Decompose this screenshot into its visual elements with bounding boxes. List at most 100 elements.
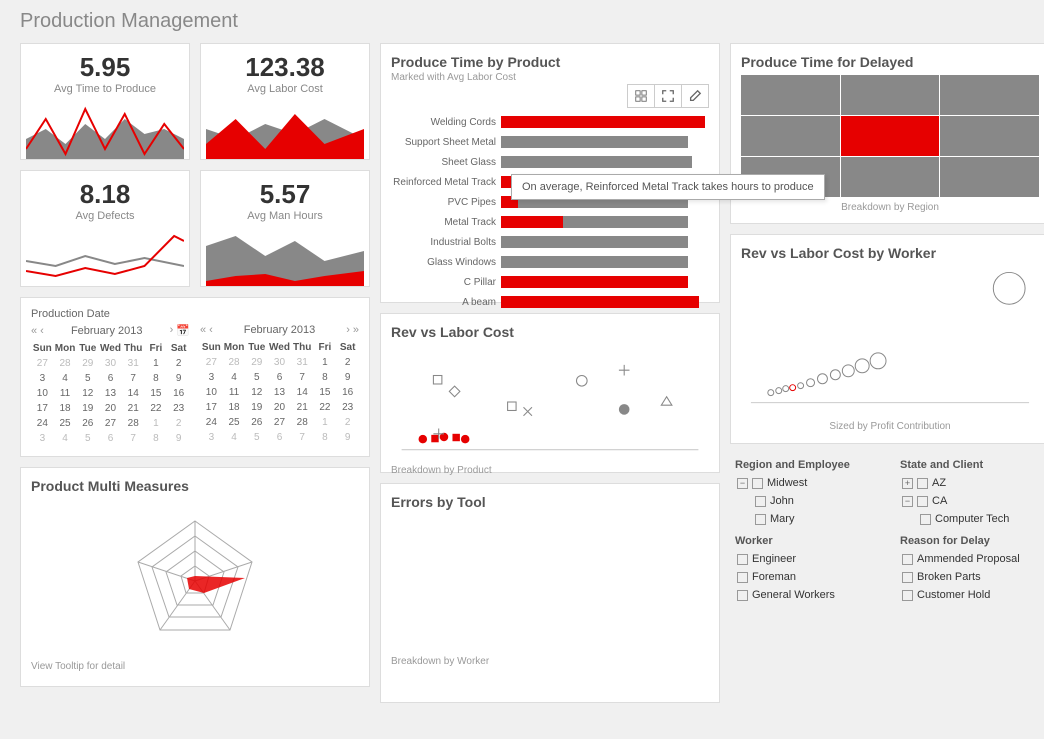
hbar-row[interactable]: Welding Cords bbox=[391, 113, 709, 131]
calendar-day[interactable]: 13 bbox=[99, 386, 122, 401]
calendar-day[interactable]: 4 bbox=[54, 371, 77, 386]
calendar-day[interactable]: 5 bbox=[76, 371, 99, 386]
toolbar-expand-button[interactable] bbox=[654, 84, 682, 108]
calendar-day[interactable]: 19 bbox=[245, 400, 268, 415]
calendar-day[interactable]: 1 bbox=[145, 356, 168, 371]
calendar-day[interactable]: 26 bbox=[76, 416, 99, 431]
calendar-day[interactable]: 31 bbox=[122, 356, 145, 371]
checkbox[interactable] bbox=[737, 572, 748, 583]
calendar-day[interactable]: 6 bbox=[268, 370, 291, 385]
calendar-day[interactable]: 28 bbox=[54, 356, 77, 371]
calendar-day[interactable]: 18 bbox=[223, 400, 246, 415]
expand-icon[interactable]: + bbox=[902, 478, 913, 489]
calendar-day[interactable]: 14 bbox=[291, 385, 314, 400]
calendar-day[interactable]: 18 bbox=[54, 401, 77, 416]
calendar-day[interactable]: 23 bbox=[336, 400, 359, 415]
filter-john[interactable]: John bbox=[735, 495, 880, 507]
filter-customer[interactable]: Customer Hold bbox=[900, 589, 1044, 601]
calendar-day[interactable]: 22 bbox=[145, 401, 168, 416]
calendar-day[interactable]: 10 bbox=[31, 386, 54, 401]
calendar-day[interactable]: 23 bbox=[167, 401, 190, 416]
calendar-day[interactable]: 3 bbox=[31, 431, 54, 446]
calendar-end[interactable]: «‹ February 2013 ›» SunMonTueWedThuFriSa… bbox=[200, 324, 359, 446]
calendar-icon[interactable]: 📅 bbox=[176, 324, 190, 337]
filter-ammended[interactable]: Ammended Proposal bbox=[900, 553, 1044, 565]
calendar-day[interactable]: 6 bbox=[99, 431, 122, 446]
calendar-day[interactable]: 8 bbox=[145, 431, 168, 446]
calendar-day[interactable]: 28 bbox=[291, 415, 314, 430]
filter-engineer[interactable]: Engineer bbox=[735, 553, 880, 565]
checkbox[interactable] bbox=[917, 478, 928, 489]
hbar-row[interactable]: A beam bbox=[391, 293, 709, 311]
calendar-day[interactable]: 25 bbox=[54, 416, 77, 431]
calendar-day[interactable]: 24 bbox=[31, 416, 54, 431]
hbar-row[interactable]: Glass Windows bbox=[391, 253, 709, 271]
calendar-day[interactable]: 27 bbox=[268, 415, 291, 430]
kpi-avg-labor[interactable]: 123.38 Avg Labor Cost bbox=[200, 43, 370, 160]
calendar-day[interactable]: 3 bbox=[200, 370, 223, 385]
calendar-day[interactable]: 2 bbox=[336, 355, 359, 370]
toolbar-options-button[interactable] bbox=[627, 84, 655, 108]
calendar-day[interactable]: 1 bbox=[314, 355, 337, 370]
calendar-grid[interactable]: SunMonTueWedThuFriSat2728293031123456789… bbox=[31, 341, 190, 446]
kpi-avg-defects[interactable]: 8.18 Avg Defects bbox=[20, 170, 190, 287]
calendar-day[interactable]: 9 bbox=[336, 370, 359, 385]
calendar-day[interactable]: 29 bbox=[245, 355, 268, 370]
nav-prev-month-icon[interactable]: ‹ bbox=[40, 325, 44, 337]
hbar-row[interactable]: Industrial Bolts bbox=[391, 233, 709, 251]
calendar-day[interactable]: 7 bbox=[291, 370, 314, 385]
hbar-row[interactable]: C Pillar bbox=[391, 273, 709, 291]
nav-prev-month-icon[interactable]: ‹ bbox=[209, 324, 213, 336]
calendar-day[interactable]: 27 bbox=[31, 356, 54, 371]
calendar-day[interactable]: 30 bbox=[268, 355, 291, 370]
errors-panel[interactable]: Errors by Tool Breakdown by Worker bbox=[380, 483, 720, 703]
calendar-day[interactable]: 24 bbox=[200, 415, 223, 430]
kpi-avg-time[interactable]: 5.95 Avg Time to Produce bbox=[20, 43, 190, 160]
calendar-day[interactable]: 10 bbox=[200, 385, 223, 400]
calendar-day[interactable]: 20 bbox=[99, 401, 122, 416]
calendar-day[interactable]: 26 bbox=[245, 415, 268, 430]
calendar-day[interactable]: 3 bbox=[31, 371, 54, 386]
calendar-day[interactable]: 5 bbox=[245, 430, 268, 445]
checkbox[interactable] bbox=[755, 496, 766, 507]
calendar-start[interactable]: «‹ February 2013 ›📅 SunMonTueWedThuFriSa… bbox=[31, 324, 190, 446]
calendar-day[interactable]: 4 bbox=[223, 430, 246, 445]
calendar-day[interactable]: 12 bbox=[76, 386, 99, 401]
calendar-day[interactable]: 2 bbox=[167, 416, 190, 431]
calendar-day[interactable]: 4 bbox=[54, 431, 77, 446]
calendar-day[interactable]: 25 bbox=[223, 415, 246, 430]
produce-time-panel[interactable]: Produce Time by Product Marked with Avg … bbox=[380, 43, 720, 303]
calendar-day[interactable]: 27 bbox=[99, 416, 122, 431]
calendar-day[interactable]: 20 bbox=[268, 400, 291, 415]
calendar-day[interactable]: 11 bbox=[223, 385, 246, 400]
calendar-day[interactable]: 28 bbox=[122, 416, 145, 431]
product-multi-measures-panel[interactable]: Product Multi Measures bbox=[20, 467, 370, 687]
checkbox[interactable] bbox=[755, 514, 766, 525]
calendar-day[interactable]: 17 bbox=[200, 400, 223, 415]
calendar-day[interactable]: 15 bbox=[145, 386, 168, 401]
calendar-day[interactable]: 16 bbox=[167, 386, 190, 401]
calendar-day[interactable]: 14 bbox=[122, 386, 145, 401]
nav-prev-year-icon[interactable]: « bbox=[31, 325, 37, 337]
calendar-day[interactable]: 4 bbox=[223, 370, 246, 385]
calendar-day[interactable]: 29 bbox=[76, 356, 99, 371]
hbar-row[interactable]: Support Sheet Metal bbox=[391, 133, 709, 151]
filter-broken[interactable]: Broken Parts bbox=[900, 571, 1044, 583]
collapse-icon[interactable]: − bbox=[737, 478, 748, 489]
filter-midwest[interactable]: −Midwest bbox=[735, 477, 880, 489]
calendar-day[interactable]: 7 bbox=[122, 371, 145, 386]
checkbox[interactable] bbox=[902, 572, 913, 583]
hbar-row[interactable]: Sheet Glass bbox=[391, 153, 709, 171]
filter-comptech[interactable]: Computer Tech bbox=[900, 513, 1044, 525]
rev-labor-panel[interactable]: Rev vs Labor Cost bbox=[380, 313, 720, 473]
calendar-day[interactable]: 13 bbox=[268, 385, 291, 400]
rev-worker-panel[interactable]: Rev vs Labor Cost by Worker Sized by Pro… bbox=[730, 234, 1044, 444]
calendar-day[interactable]: 21 bbox=[122, 401, 145, 416]
nav-prev-year-icon[interactable]: « bbox=[200, 324, 206, 336]
checkbox[interactable] bbox=[902, 554, 913, 565]
calendar-day[interactable]: 1 bbox=[145, 416, 168, 431]
calendar-day[interactable]: 8 bbox=[314, 430, 337, 445]
calendar-day[interactable]: 2 bbox=[336, 415, 359, 430]
filter-general[interactable]: General Workers bbox=[735, 589, 880, 601]
calendar-day[interactable]: 3 bbox=[200, 430, 223, 445]
